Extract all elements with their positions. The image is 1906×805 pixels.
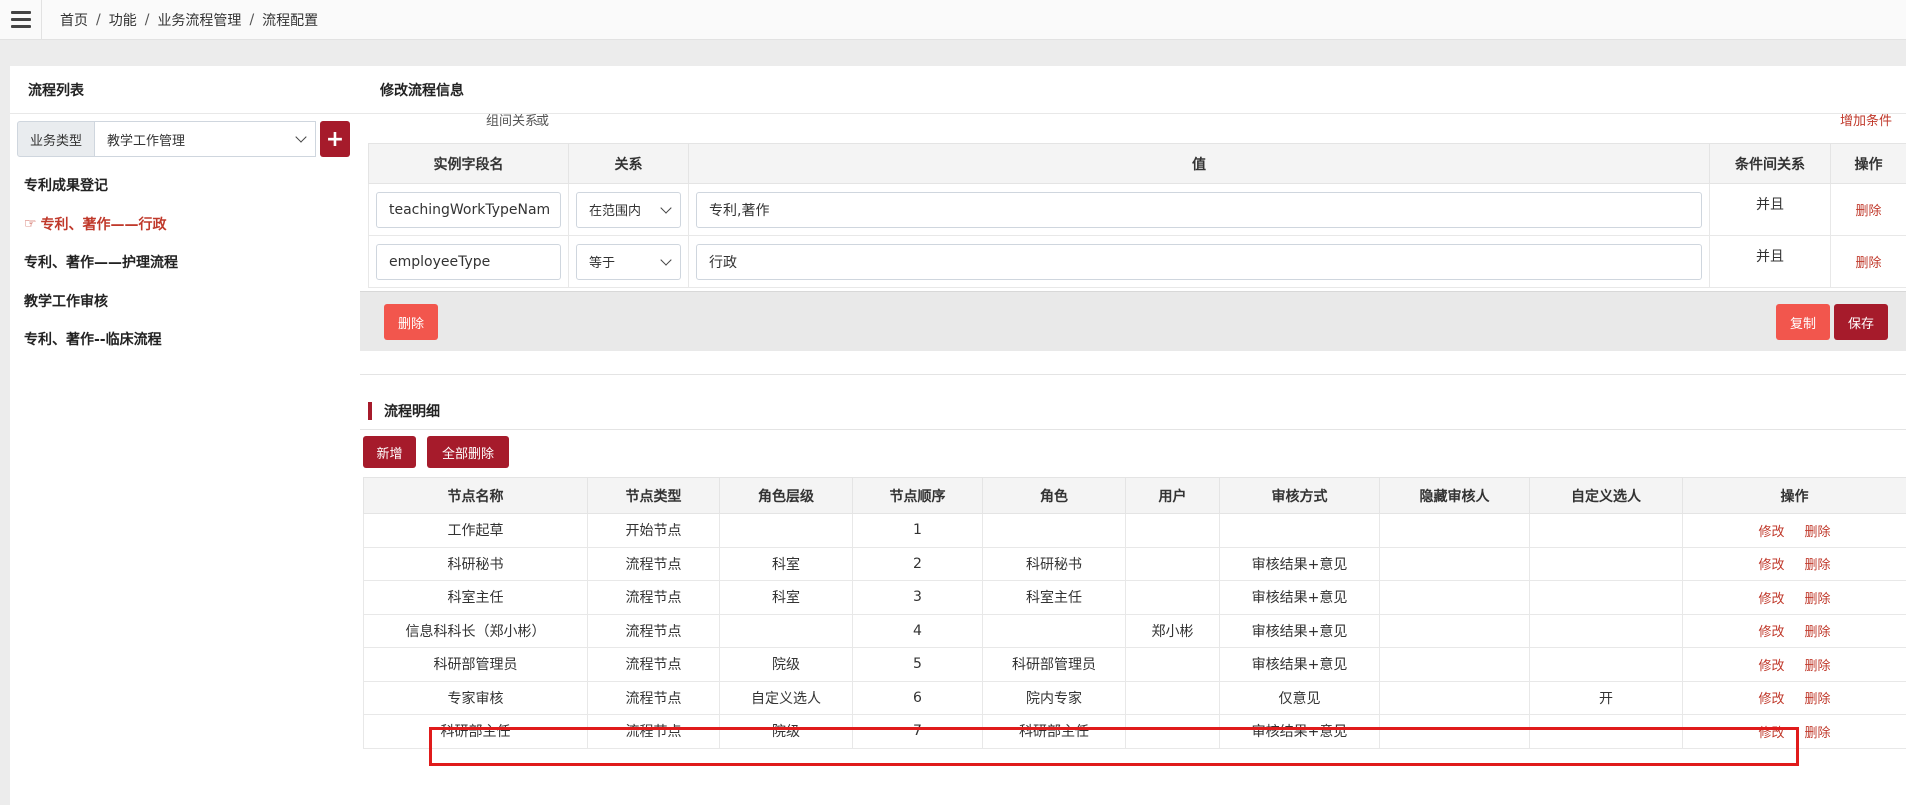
table-row-highlighted: 专家审核 流程节点 自定义选人 6 院内专家 仅意见 开 修改 删除 bbox=[363, 680, 1906, 715]
flow-item[interactable]: 专利、著作--临床流程 bbox=[24, 320, 178, 359]
chevron-down-icon bbox=[660, 253, 672, 266]
condition-table: 实例字段名 关系 值 条件间关系 操作 teachingWorkTypeNam … bbox=[368, 143, 1906, 288]
divider bbox=[360, 374, 1906, 375]
edit-node-link[interactable]: 修改 bbox=[1758, 558, 1784, 573]
col-node-order: 节点顺序 bbox=[852, 477, 983, 514]
add-flow-button[interactable]: + bbox=[320, 121, 351, 157]
edit-node-link[interactable]: 修改 bbox=[1758, 726, 1784, 741]
add-node-button[interactable]: 新增 bbox=[363, 436, 416, 468]
flow-item[interactable]: 专利成果登记 bbox=[24, 166, 178, 205]
pointing-hand-icon: ☞ bbox=[24, 215, 37, 232]
logic-cell: 并且 bbox=[1709, 183, 1831, 236]
col-logic: 条件间关系 bbox=[1709, 143, 1831, 184]
top-bar: 首页 / 功能 / 业务流程管理 / 流程配置 bbox=[0, 0, 1906, 40]
edit-node-link[interactable]: 修改 bbox=[1758, 659, 1784, 674]
col-value: 值 bbox=[688, 143, 1710, 184]
col-node-type: 节点类型 bbox=[587, 477, 720, 514]
delete-node-link[interactable]: 删除 bbox=[1805, 659, 1831, 674]
col-hidden-reviewer: 隐藏审核人 bbox=[1379, 477, 1530, 514]
col-relation: 关系 bbox=[568, 143, 689, 184]
col-field-name: 实例字段名 bbox=[368, 143, 569, 184]
flow-item-active[interactable]: ☞ 专利、著作——行政 bbox=[24, 205, 178, 244]
breadcrumb-business-flow[interactable]: 业务流程管理 bbox=[157, 10, 241, 30]
table-row: 科室主任 流程节点 科室 3 科室主任 审核结果+意见 修改 删除 bbox=[363, 580, 1906, 615]
edit-flow-panel: 修改流程信息 组间关系 或 增加条件 实例字段名 关系 值 条件间关系 操作 t… bbox=[360, 66, 1906, 805]
col-node-name: 节点名称 bbox=[363, 477, 588, 514]
flow-list-panel: 流程列表 业务类型 教学工作管理 + 专利成果登记 ☞ 专利、著作——行政 专利、… bbox=[10, 66, 360, 805]
flow-list-title: 流程列表 bbox=[10, 66, 360, 114]
col-role-level: 角色层级 bbox=[719, 477, 853, 514]
col-operation: 操作 bbox=[1830, 143, 1906, 184]
table-row: 科研秘书 流程节点 科室 2 科研秘书 审核结果+意见 修改 删除 bbox=[363, 546, 1906, 581]
flow-item[interactable]: 专利、著作——护理流程 bbox=[24, 243, 178, 282]
delete-node-link[interactable]: 删除 bbox=[1805, 692, 1831, 707]
business-type-select[interactable]: 教学工作管理 bbox=[95, 121, 317, 157]
business-type-label: 业务类型 bbox=[17, 121, 96, 157]
delete-condition-link[interactable]: 删除 bbox=[1855, 204, 1881, 219]
delete-node-link[interactable]: 删除 bbox=[1805, 558, 1831, 573]
edit-flow-title: 修改流程信息 bbox=[360, 66, 1906, 114]
col-operation: 操作 bbox=[1682, 477, 1906, 514]
col-user: 用户 bbox=[1125, 477, 1220, 514]
col-role: 角色 bbox=[982, 477, 1126, 514]
action-bar: 删除 复制 保存 bbox=[360, 291, 1906, 351]
value-input[interactable]: 行政 bbox=[696, 243, 1702, 280]
delete-flow-button[interactable]: 删除 bbox=[384, 304, 438, 340]
delete-node-link[interactable]: 删除 bbox=[1805, 592, 1831, 607]
table-row: 信息科科长（郑小彬） 流程节点 4 郑小彬 审核结果+意见 修改 删除 bbox=[363, 613, 1906, 648]
value-input[interactable]: 专利,著作 bbox=[696, 191, 1702, 228]
table-row: 科研部主任 流程节点 院级 7 科研部主任 审核结果+意见 修改 删除 bbox=[363, 714, 1906, 749]
table-row: 科研部管理员 流程节点 院级 5 科研部管理员 审核结果+意见 修改 删除 bbox=[363, 647, 1906, 682]
col-review-mode: 审核方式 bbox=[1219, 477, 1380, 514]
edit-node-link[interactable]: 修改 bbox=[1758, 692, 1784, 707]
flow-detail-table: 节点名称 节点类型 角色层级 节点顺序 角色 用户 审核方式 隐藏审核人 自定义… bbox=[363, 477, 1906, 749]
chevron-down-icon bbox=[295, 131, 307, 143]
delete-all-nodes-button[interactable]: 全部删除 bbox=[427, 436, 509, 468]
edit-node-link[interactable]: 修改 bbox=[1758, 625, 1784, 640]
menu-toggle-icon[interactable] bbox=[0, 0, 42, 40]
condition-row: teachingWorkTypeNam 在范围内 专利,著作 并且 删除 bbox=[368, 183, 1906, 236]
field-name-input[interactable]: employeeType bbox=[376, 243, 561, 280]
table-row: 工作起草 开始节点 1 修改 删除 bbox=[363, 513, 1906, 548]
breadcrumb-home[interactable]: 首页 bbox=[60, 10, 88, 30]
edit-node-link[interactable]: 修改 bbox=[1758, 592, 1784, 607]
delete-condition-link[interactable]: 删除 bbox=[1855, 256, 1881, 271]
relation-select[interactable]: 等于 bbox=[576, 243, 681, 280]
flow-item[interactable]: 教学工作审核 bbox=[24, 282, 178, 321]
delete-node-link[interactable]: 删除 bbox=[1805, 625, 1831, 640]
delete-node-link[interactable]: 删除 bbox=[1805, 726, 1831, 741]
group-relation-value: 或 bbox=[536, 114, 550, 129]
relation-select[interactable]: 在范围内 bbox=[576, 191, 681, 228]
divider bbox=[360, 429, 1906, 430]
col-custom-select: 自定义选人 bbox=[1529, 477, 1683, 514]
breadcrumb-function[interactable]: 功能 bbox=[109, 10, 137, 30]
chevron-down-icon bbox=[660, 201, 672, 214]
breadcrumb-flow-config: 流程配置 bbox=[262, 12, 319, 29]
field-name-input[interactable]: teachingWorkTypeNam bbox=[376, 191, 561, 228]
breadcrumb: 首页 / 功能 / 业务流程管理 / 流程配置 bbox=[60, 10, 319, 30]
save-flow-button[interactable]: 保存 bbox=[1834, 304, 1888, 340]
logic-cell: 并且 bbox=[1709, 235, 1831, 288]
flow-detail-title: 流程明细 bbox=[368, 402, 440, 420]
business-type-filter: 业务类型 教学工作管理 + bbox=[17, 121, 351, 157]
group-relation-row: 组间关系 或 增加条件 bbox=[368, 114, 1906, 136]
copy-flow-button[interactable]: 复制 bbox=[1776, 304, 1830, 340]
add-condition-link[interactable]: 增加条件 bbox=[1840, 114, 1892, 129]
flow-list: 专利成果登记 ☞ 专利、著作——行政 专利、著作——护理流程 教学工作审核 专利、… bbox=[24, 166, 178, 359]
delete-node-link[interactable]: 删除 bbox=[1805, 525, 1831, 540]
business-type-value: 教学工作管理 bbox=[107, 133, 186, 149]
group-relation-label: 组间关系 bbox=[486, 114, 539, 129]
condition-row: employeeType 等于 行政 并且 删除 bbox=[368, 235, 1906, 288]
edit-node-link[interactable]: 修改 bbox=[1758, 525, 1784, 540]
